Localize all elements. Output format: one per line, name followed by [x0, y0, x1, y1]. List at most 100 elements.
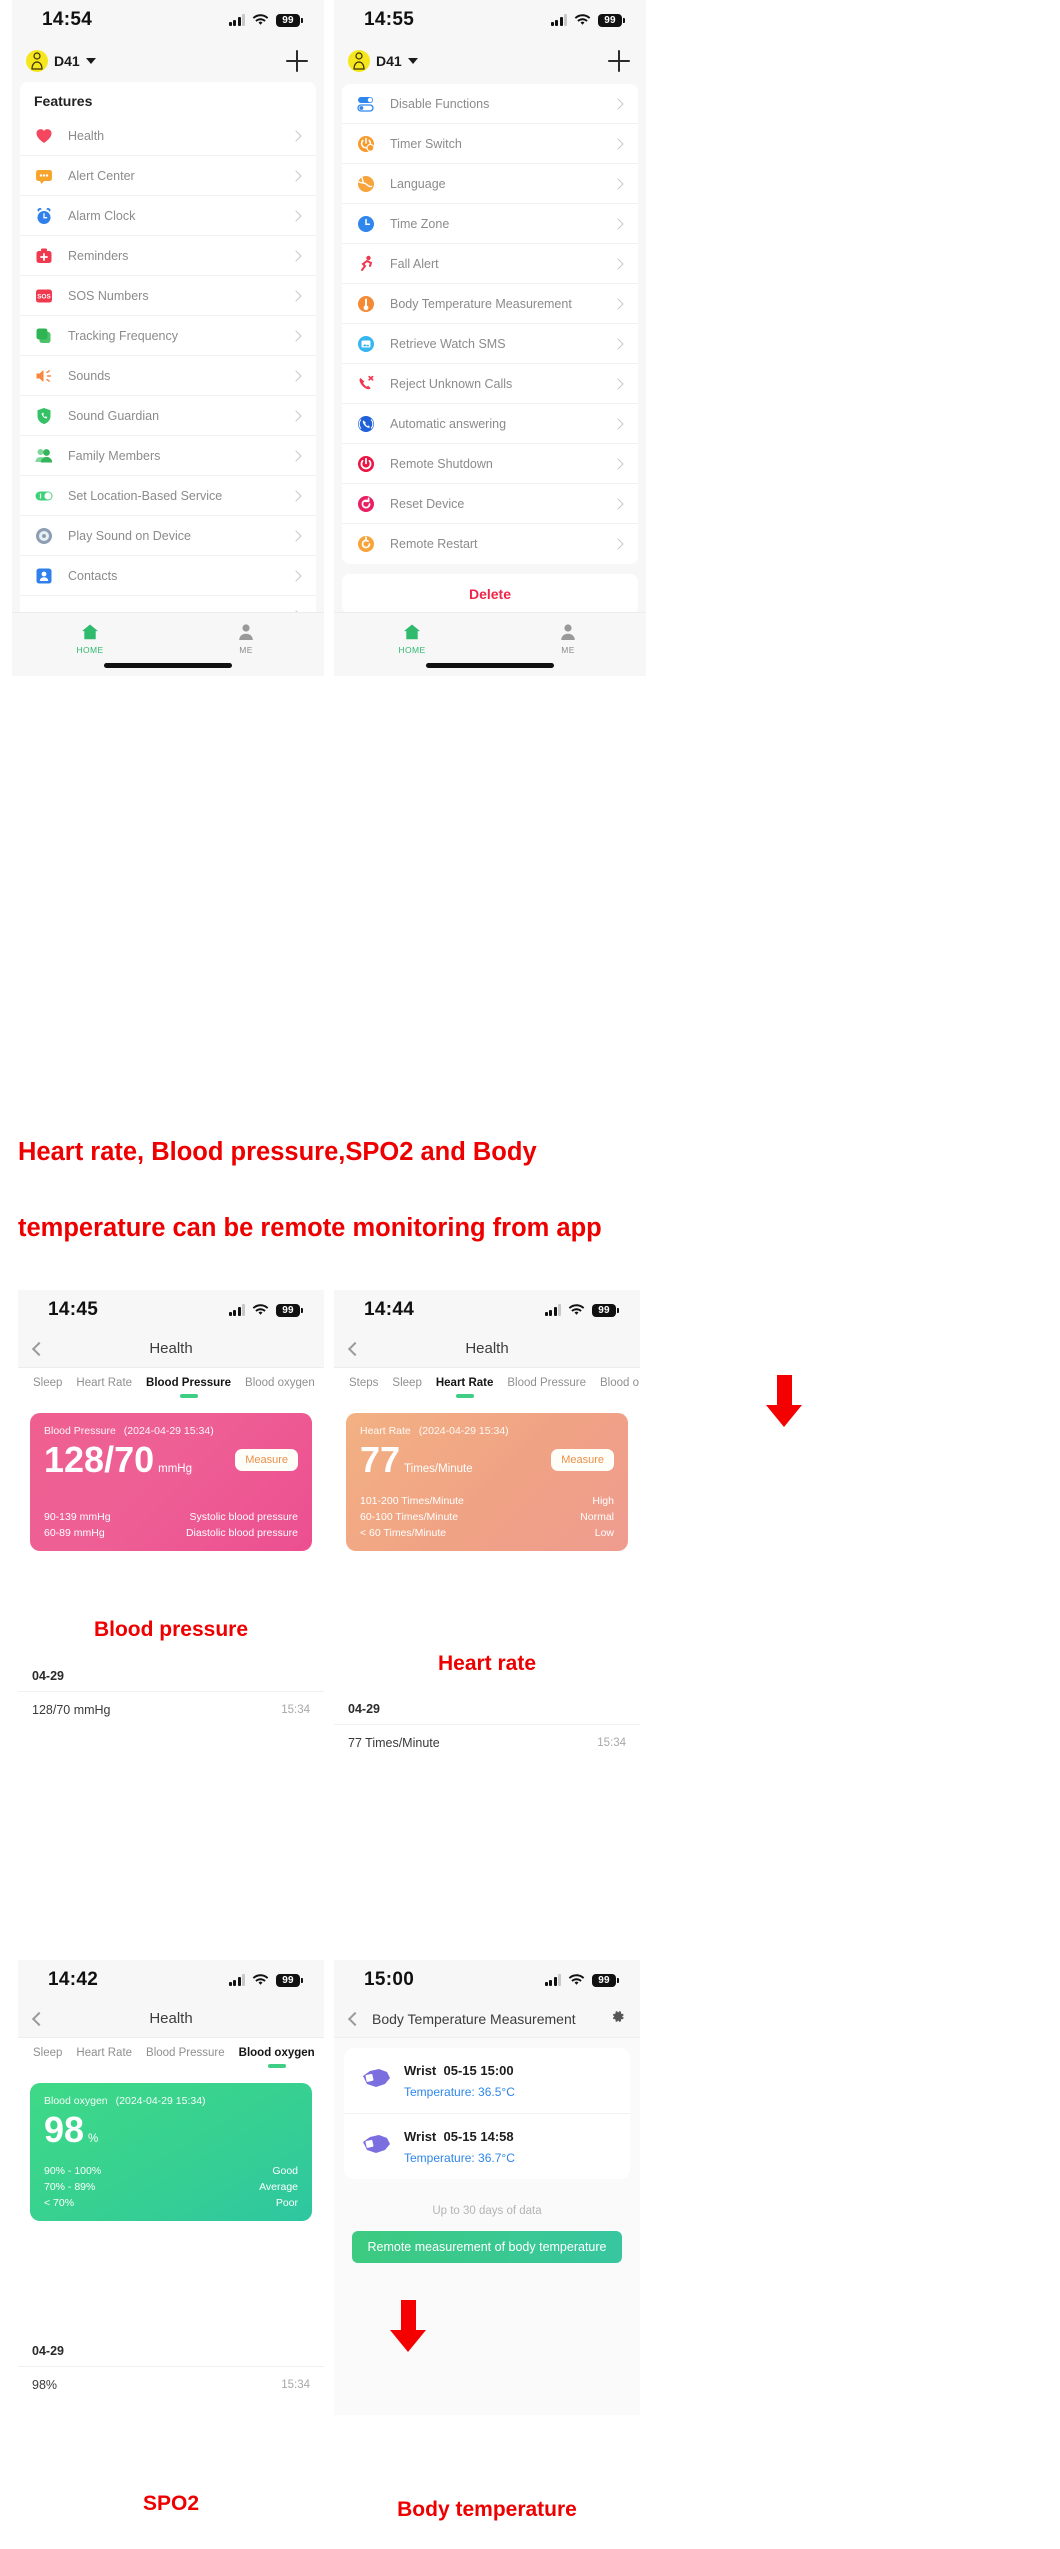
blood-pressure-card: Blood Pressure (2024-04-29 15:34) 128/70… [30, 1413, 312, 1551]
back-button[interactable] [31, 2011, 47, 2026]
measure-button[interactable]: Measure [551, 1449, 614, 1471]
status-clock: 14:54 [42, 9, 93, 30]
history-date: 04-29 [18, 2330, 324, 2366]
blood-pressure-card-wrap: Blood Pressure (2024-04-29 15:34) 128/70… [18, 1402, 324, 1551]
battery-indicator: 99 [598, 13, 625, 27]
phone-settings: 14:55 99 D41 Disable Functions Timer Swi… [334, 0, 646, 676]
nav-bar: Health [334, 1330, 640, 1368]
list-item-contacts[interactable]: Contacts [20, 556, 316, 596]
speaker-icon [34, 366, 54, 386]
signal-icon [228, 1304, 245, 1316]
back-button[interactable] [347, 2011, 363, 2026]
nav-bar: Health [18, 2000, 324, 2038]
tab-blood-pressure[interactable]: Blood Pressure [139, 1377, 238, 1389]
status-bar: 14:54 99 [12, 0, 324, 40]
list-item-remote-restart[interactable]: Remote Restart [342, 524, 638, 564]
list-item-label: Remote Shutdown [390, 456, 493, 471]
add-button[interactable] [608, 50, 630, 72]
chevron-right-icon [290, 369, 302, 382]
list-item-label: Remote Restart [390, 537, 478, 551]
list-item-sos-numbers[interactable]: SOS SOS Numbers [20, 276, 316, 316]
card-legend: 101-200 Times/Minute High 60-100 Times/Mi… [360, 1493, 614, 1541]
list-item-tracking-frequency[interactable]: Tracking Frequency [20, 316, 316, 356]
list-item-sounds[interactable]: Sounds [20, 356, 316, 396]
list-item-reminders[interactable]: Reminders [20, 236, 316, 276]
list-item-alarm-clock[interactable]: Alarm Clock [20, 196, 316, 236]
gear-icon[interactable] [609, 2008, 626, 2030]
signal-icon [544, 1974, 561, 1986]
chevron-right-icon [290, 529, 302, 542]
list-item-family-members[interactable]: Family Members [20, 436, 316, 476]
list-item-fall-alert[interactable]: Fall Alert [342, 244, 638, 284]
chevron-right-icon [612, 297, 624, 310]
tab-home[interactable]: HOME [12, 621, 168, 655]
list-item-time-zone[interactable]: Time Zone [342, 204, 638, 244]
history-row[interactable]: 98% 15:34 [18, 2366, 324, 2403]
value-unit: % [88, 2133, 99, 2145]
temperature-record-row[interactable]: Wrist 05-15 14:58 Temperature: 36.7°C [344, 2114, 630, 2179]
card-timestamp: (2024-04-29 15:34) [115, 2095, 206, 2107]
tab-sleep[interactable]: Sleep [385, 1377, 428, 1389]
home-icon [12, 621, 168, 643]
tab-blood-oxygen[interactable]: Blood oxygen [238, 1377, 322, 1389]
history-row[interactable]: 128/70 mmHg 15:34 [18, 1691, 324, 1728]
device-selector[interactable]: D41 [26, 50, 96, 72]
list-item-play-sound-on-device[interactable]: Play Sound on Device [20, 516, 316, 556]
value-number: 98 [44, 2109, 85, 2150]
chevron-right-icon [612, 337, 624, 350]
list-item-location-based-service[interactable]: Set Location-Based Service [20, 476, 316, 516]
tab-label: HOME [76, 645, 104, 655]
measure-button[interactable]: Measure [235, 1449, 298, 1471]
list-item-body-temperature-measurement[interactable]: Body Temperature Measurement [342, 284, 638, 324]
list-item-automatic-answering[interactable]: Automatic answering [342, 404, 638, 444]
tab-heart-rate[interactable]: Heart Rate [69, 2047, 139, 2059]
back-button[interactable] [31, 1341, 47, 1356]
history-value: 77 Times/Minute [348, 1736, 440, 1750]
play-sound-icon [34, 526, 54, 546]
chevron-right-icon [290, 409, 302, 422]
remote-measure-button[interactable]: Remote measurement of body temperature [352, 2231, 622, 2263]
tab-heart-rate[interactable]: Heart Rate [429, 1377, 501, 1389]
tab-blood-oxygen[interactable]: Blood oxygen [232, 2047, 322, 2059]
tab-home[interactable]: HOME [334, 621, 490, 655]
list-item-remote-shutdown[interactable]: Remote Shutdown [342, 444, 638, 484]
tab-sleep[interactable]: Sleep [26, 2047, 69, 2059]
chevron-right-icon [290, 169, 302, 182]
record-place: Wrist 05-15 14:58 [404, 2129, 514, 2144]
status-bar: 14:44 99 [334, 1290, 640, 1330]
list-item-alert-center[interactable]: Alert Center [20, 156, 316, 196]
list-item-retrieve-watch-sms[interactable]: Retrieve Watch SMS [342, 324, 638, 364]
phone-body-temperature: 15:00 99 Body Temperature Measurement Wr… [334, 1960, 640, 2415]
tab-steps[interactable]: Steps [342, 1377, 385, 1389]
temperature-record-row[interactable]: Wrist 05-15 15:00 Temperature: 36.5°C [344, 2048, 630, 2114]
tab-sleep[interactable]: Sleep [26, 1377, 69, 1389]
tab-me[interactable]: ME [168, 621, 324, 655]
tab-me[interactable]: ME [490, 621, 646, 655]
back-button[interactable] [347, 1341, 363, 1356]
delete-button[interactable]: Delete [342, 574, 638, 614]
list-item-label: Retrieve Watch SMS [390, 336, 506, 351]
device-selector[interactable]: D41 [348, 50, 418, 72]
list-item-reject-unknown-calls[interactable]: Reject Unknown Calls [342, 364, 638, 404]
list-item-sound-guardian[interactable]: Sound Guardian [20, 396, 316, 436]
chevron-right-icon [612, 417, 624, 430]
list-item-language[interactable]: Language [342, 164, 638, 204]
list-item-reset-device[interactable]: Reset Device [342, 484, 638, 524]
legend-note: Average [259, 2181, 298, 2193]
history-row[interactable]: 77 Times/Minute 15:34 [334, 1724, 640, 1761]
tab-heart-rate[interactable]: Heart Rate [69, 1377, 139, 1389]
chevron-right-icon [290, 449, 302, 462]
card-title: Heart Rate [360, 1425, 411, 1437]
tab-blood-pressure[interactable]: Blood Pressure [500, 1377, 593, 1389]
add-button[interactable] [286, 50, 308, 72]
list-item-timer-switch[interactable]: Timer Switch [342, 124, 638, 164]
battery-indicator: 99 [276, 1303, 303, 1317]
phone-blood-oxygen-history: 04-29 98% 15:34 [18, 2330, 324, 2425]
wifi-icon [252, 1304, 269, 1316]
list-item-health[interactable]: Health [20, 116, 316, 156]
tab-blood-oxygen[interactable]: Blood o [593, 1377, 640, 1389]
caption-spo2: SPO2 [142, 2492, 200, 2515]
list-item-disable-functions[interactable]: Disable Functions [342, 84, 638, 124]
chevron-right-icon [612, 497, 624, 510]
tab-blood-pressure[interactable]: Blood Pressure [139, 2047, 232, 2059]
